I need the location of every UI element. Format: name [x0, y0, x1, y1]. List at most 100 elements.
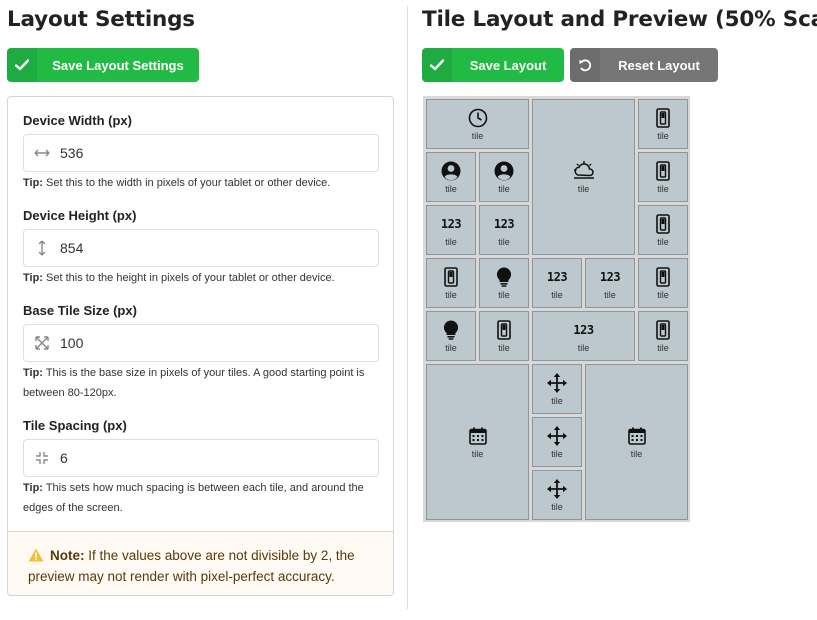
layout-tile[interactable]: 123 tile: [585, 258, 635, 308]
warning-icon: [28, 548, 44, 567]
light-bulb-icon: [496, 266, 512, 287]
tile-preview-grid: tile tile tile tile tile tile 123 tile 123 tile ti…: [423, 96, 690, 522]
layout-tile[interactable]: tile: [638, 311, 688, 361]
move-icon: [547, 425, 567, 446]
layout-tile[interactable]: tile: [426, 152, 476, 202]
undo-icon: [570, 48, 600, 82]
switch-icon: [656, 160, 670, 181]
tile-spacing-input[interactable]: [60, 450, 360, 466]
base-tile-size-tip: Tip: This is the base size in pixels of …: [23, 367, 365, 399]
device-width-tip: Tip: Set this to the width in pixels of …: [23, 177, 331, 189]
device-height-input[interactable]: [60, 240, 360, 256]
light-bulb-icon: [443, 319, 459, 340]
number-icon: 123: [546, 269, 568, 284]
layout-tile[interactable]: tile: [479, 258, 529, 308]
calendar-icon: [627, 426, 646, 446]
layout-tile[interactable]: tile: [426, 311, 476, 361]
tile-label: tile: [445, 236, 457, 247]
tile-label: tile: [498, 183, 510, 194]
switch-icon: [444, 266, 458, 287]
layout-tile[interactable]: tile: [426, 364, 529, 520]
settings-form: Device Width (px) Tip: Set this to the w…: [7, 96, 394, 596]
tile-label: tile: [577, 342, 590, 353]
compress-icon: [24, 451, 60, 465]
reset-layout-label: Reset Layout: [618, 57, 700, 73]
layout-tile[interactable]: 123 tile: [532, 258, 582, 308]
layout-tile[interactable]: tile: [532, 99, 635, 255]
save-layout-settings-button[interactable]: Save Layout Settings: [7, 48, 199, 82]
arrows-vertical-icon: [24, 240, 60, 256]
save-layout-button[interactable]: Save Layout: [422, 48, 564, 82]
tile-label: tile: [604, 289, 616, 300]
switch-icon: [656, 319, 670, 340]
calendar-icon: [468, 426, 487, 446]
device-height-field[interactable]: [23, 229, 379, 267]
check-icon: [422, 48, 452, 82]
layout-settings-title: Layout Settings: [7, 7, 195, 32]
layout-tile[interactable]: tile: [638, 205, 688, 255]
layout-tile[interactable]: tile: [479, 152, 529, 202]
tile-label: tile: [551, 289, 563, 300]
switch-icon: [497, 319, 511, 340]
tile-label: tile: [551, 501, 563, 512]
tile-label: tile: [498, 342, 510, 353]
number-icon: 123: [493, 216, 515, 231]
layout-tile[interactable]: 123 tile: [426, 205, 476, 255]
number-icon: 123: [573, 322, 594, 337]
base-tile-size-input[interactable]: [60, 335, 360, 351]
layout-tile[interactable]: tile: [532, 364, 582, 414]
base-tile-size-label: Base Tile Size (px): [23, 303, 137, 318]
device-width-input[interactable]: [60, 145, 360, 161]
expand-icon: [24, 336, 60, 350]
switch-icon: [656, 266, 670, 287]
tile-label: tile: [445, 342, 457, 353]
device-width-label: Device Width (px): [23, 113, 132, 128]
device-height-label: Device Height (px): [23, 208, 137, 223]
layout-tile[interactable]: tile: [585, 364, 688, 520]
layout-tile[interactable]: tile: [638, 152, 688, 202]
layout-settings-column: Layout Settings Save Layout Settings Dev…: [0, 0, 407, 620]
switch-icon: [656, 107, 670, 128]
layout-tile[interactable]: tile: [426, 258, 476, 308]
base-tile-size-field[interactable]: [23, 324, 379, 362]
tile-spacing-field[interactable]: [23, 439, 379, 477]
move-icon: [547, 478, 567, 499]
tile-layout-column: Tile Layout and Preview (50% Scale) Save…: [408, 0, 817, 620]
clock-icon: [468, 108, 488, 128]
number-icon: 123: [599, 269, 621, 284]
arrows-horizontal-icon: [24, 148, 60, 158]
save-layout-label: Save Layout: [469, 57, 547, 73]
tile-label: tile: [445, 289, 457, 300]
save-layout-settings-label: Save Layout Settings: [52, 57, 184, 73]
layout-tile[interactable]: 123 tile: [479, 205, 529, 255]
tile-layout-title: Tile Layout and Preview (50% Scale): [422, 7, 817, 32]
reset-layout-button[interactable]: Reset Layout: [570, 48, 718, 82]
weather-icon: [572, 160, 596, 181]
device-width-field[interactable]: [23, 134, 379, 172]
layout-tile[interactable]: tile: [479, 311, 529, 361]
layout-tile[interactable]: 123 tile: [532, 311, 635, 361]
tile-label: tile: [471, 448, 484, 459]
layout-tile[interactable]: tile: [532, 470, 582, 520]
tile-label: tile: [551, 395, 563, 406]
tile-label: tile: [657, 183, 669, 194]
tile-label: tile: [471, 130, 484, 141]
tile-spacing-tip: Tip: This sets how much spacing is betwe…: [23, 482, 364, 514]
tile-label: tile: [657, 289, 669, 300]
note-message: Note: If the values above are not divisi…: [8, 531, 393, 595]
user-icon: [494, 161, 514, 181]
layout-tile[interactable]: tile: [532, 417, 582, 467]
tile-label: tile: [657, 236, 669, 247]
number-icon: 123: [440, 216, 462, 231]
tile-label: tile: [630, 448, 643, 459]
tile-label: tile: [657, 130, 669, 141]
layout-tile[interactable]: tile: [426, 99, 529, 149]
move-icon: [547, 372, 567, 393]
layout-tile[interactable]: tile: [638, 99, 688, 149]
switch-icon: [656, 213, 670, 234]
tile-label: tile: [445, 183, 457, 194]
tile-spacing-label: Tile Spacing (px): [23, 418, 127, 433]
check-icon: [7, 48, 37, 82]
layout-tile[interactable]: tile: [638, 258, 688, 308]
tile-label: tile: [657, 342, 669, 353]
